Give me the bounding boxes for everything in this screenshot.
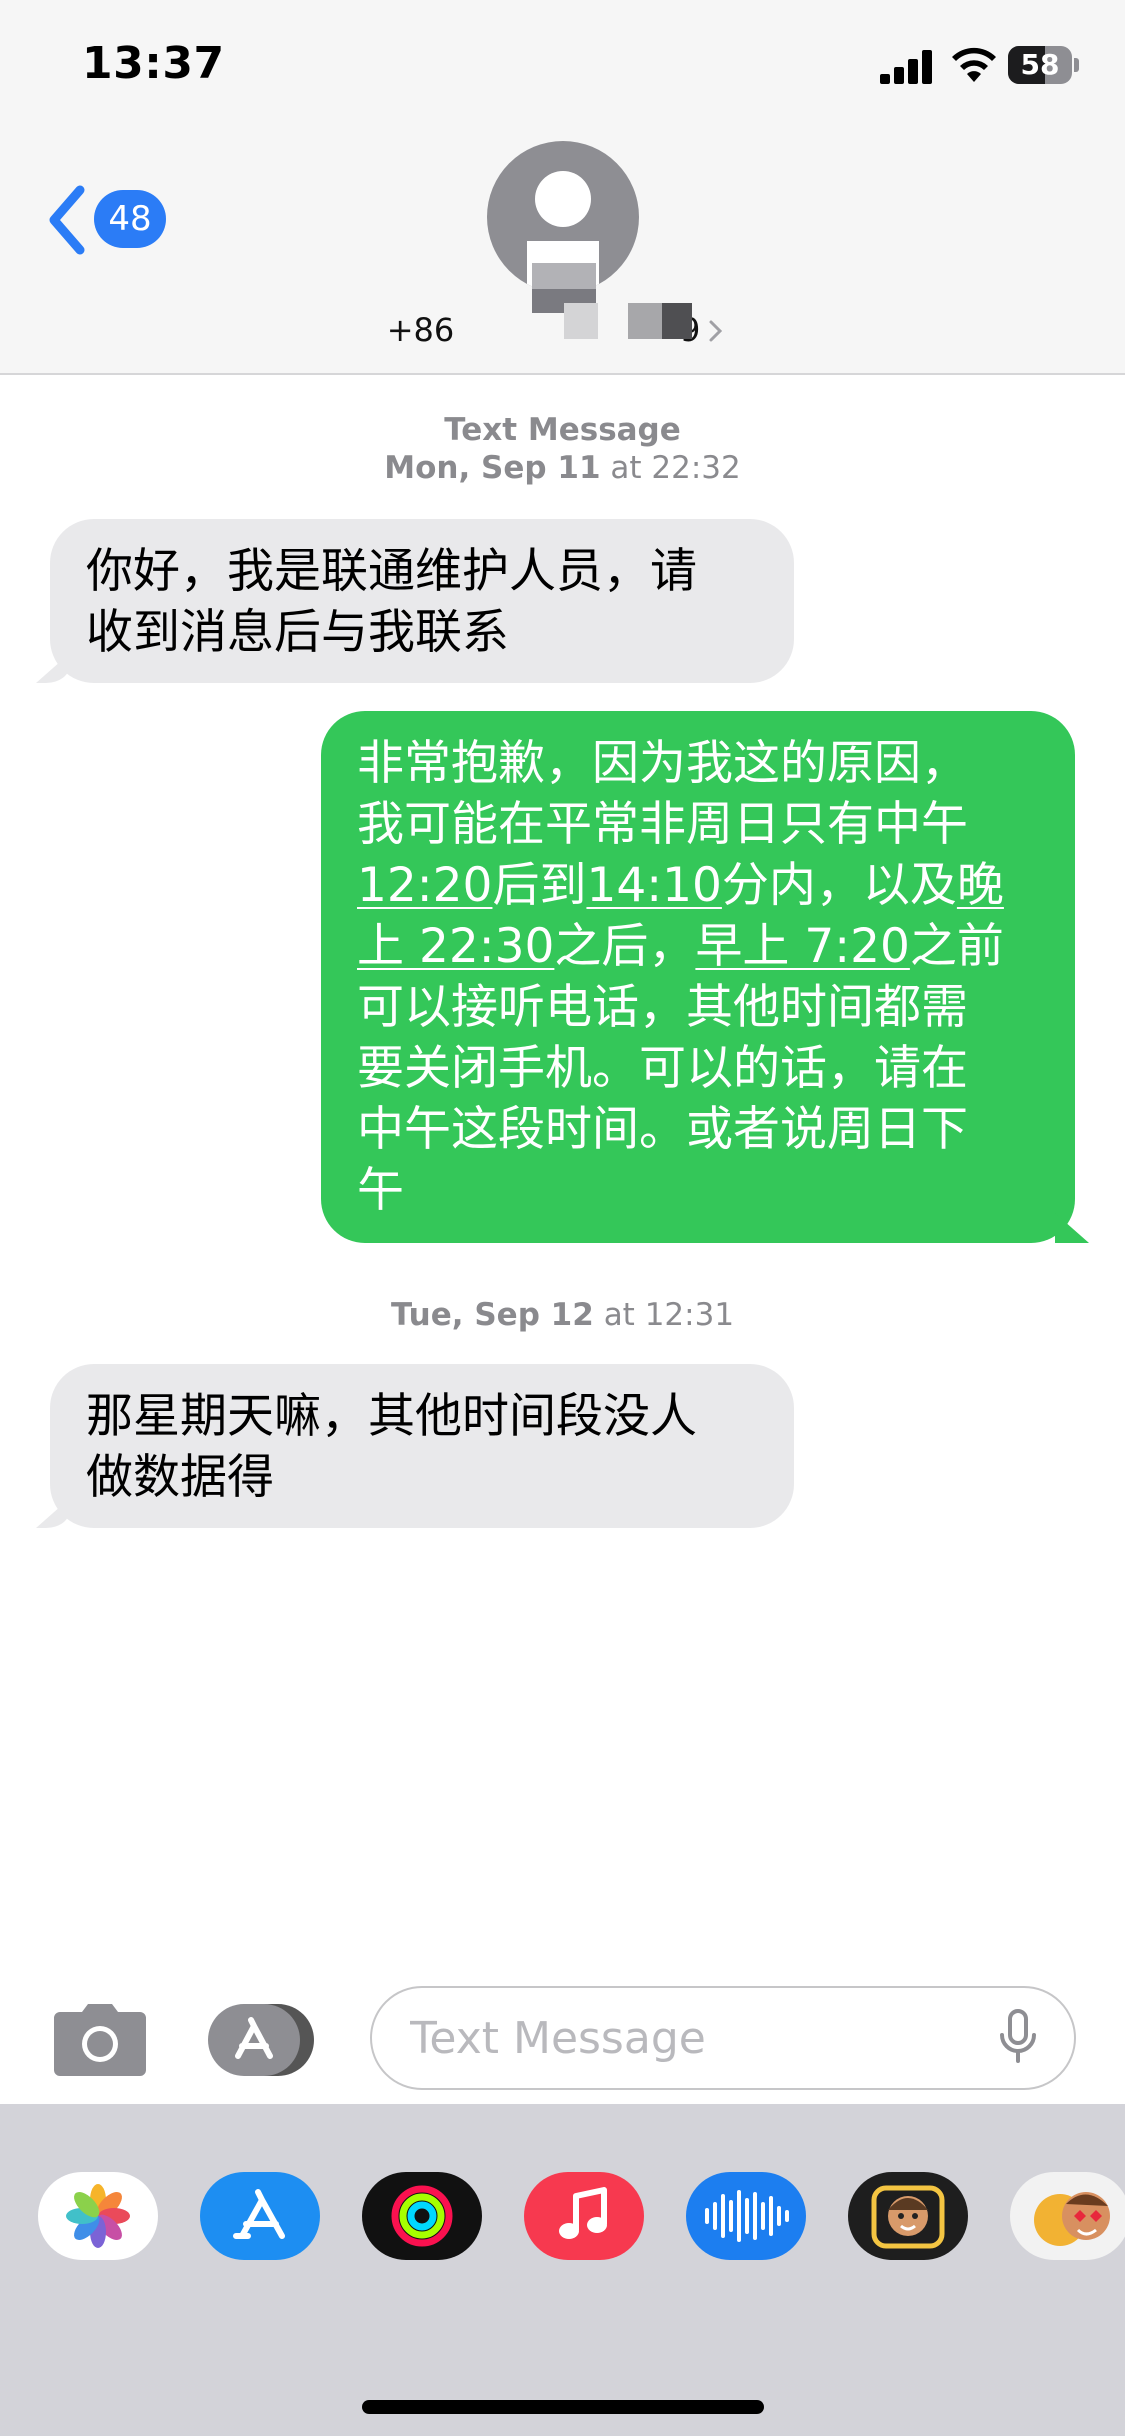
chevron-right-icon [709,320,723,342]
message-text-line: 做数据得 [86,1450,274,1505]
unread-count-badge: 48 [94,190,166,248]
camera-button[interactable] [52,2002,148,2078]
fitness-icon[interactable] [362,2172,482,2260]
app-store-icon[interactable] [200,2172,320,2260]
message-input[interactable] [370,1986,1076,2090]
status-time: 13:37 [82,38,225,89]
conversation-header: 48 +86 9 [0,135,1125,375]
cellular-signal-icon [880,50,932,84]
music-icon[interactable] [524,2172,644,2260]
message-text-line: 收到消息后与我联系 [86,605,509,660]
message-bubble-incoming[interactable]: 你好，我是联通维护人员，请 收到消息后与我联系 [50,519,794,683]
message-text: 之后， [554,919,696,974]
redaction-block [564,303,598,339]
timestamp-header: Text Message Mon, Sep 11 at 22:32 [0,411,1125,487]
message-text-line: 午 [357,1163,404,1218]
battery-icon: 58 [1008,46,1079,86]
wifi-icon [952,47,996,82]
message-text-line: 可以接听电话，其他时间都需 [357,980,968,1035]
message-text: 后到 [492,858,587,913]
photos-icon[interactable] [38,2172,158,2260]
message-text-line: 要关闭手机。可以的话，请在 [357,1041,968,1096]
chevron-left-icon [49,185,85,255]
message-text-line: 你好，我是联通维护人员，请 [86,544,697,599]
message-text-line: 那星期天嘛，其他时间段没人 [86,1389,697,1444]
message-text: 之前 [909,919,1004,974]
service-label: Text Message [444,412,681,448]
time-link[interactable]: 晚 [957,858,1004,913]
contact-number-prefix: +86 [386,311,455,349]
home-indicator[interactable] [362,2400,764,2414]
app-store-apps-button[interactable] [208,2004,320,2076]
message-text-line: 12:20后到14:10分内，以及晚 [357,855,1039,916]
date-label: Mon, Sep 11 [384,450,601,486]
imessage-app-drawer [0,2104,1125,2436]
battery-level: 58 [1020,48,1060,81]
contact-number[interactable]: +86 9 [0,307,1125,353]
at-label: at [610,450,642,486]
back-button[interactable]: 48 [44,180,184,260]
message-text: 分内，以及 [721,858,957,913]
time-link[interactable]: 上 22:30 [357,919,554,974]
time-link[interactable]: 早上 7:20 [695,919,909,974]
message-text-line: 中午这段时间。或者说周日下 [357,1102,968,1157]
time-label: 12:31 [644,1297,735,1333]
status-bar: 13:37 58 [0,0,1125,135]
time-link[interactable]: 12:20 [357,858,492,913]
memoji-icon[interactable] [848,2172,968,2260]
time-label: 22:32 [651,450,741,486]
animoji-stickers-icon[interactable] [1010,2172,1125,2260]
apps-icon [208,2004,314,2076]
message-bubble-outgoing[interactable]: 非常抱歉，因为我这的原因， 我可能在平常非周日只有中午 12:20后到14:10… [321,711,1075,1243]
time-link[interactable]: 14:10 [586,858,721,913]
microphone-icon[interactable] [998,2009,1038,2065]
date-label: Tue, Sep 12 [390,1297,594,1333]
message-text-line: 非常抱歉，因为我这的原因， [357,736,968,791]
message-text-line: 我可能在平常非周日只有中午 [357,797,968,852]
message-bubble-incoming[interactable]: 那星期天嘛，其他时间段没人 做数据得 [50,1364,794,1528]
timestamp-header: Tue, Sep 12 at 12:31 [0,1296,1125,1334]
at-label: at [603,1297,635,1333]
redaction-block [662,303,692,339]
voice-memos-icon[interactable] [686,2172,806,2260]
message-text-line: 上 22:30之后，早上 7:20之前 [357,916,1039,977]
